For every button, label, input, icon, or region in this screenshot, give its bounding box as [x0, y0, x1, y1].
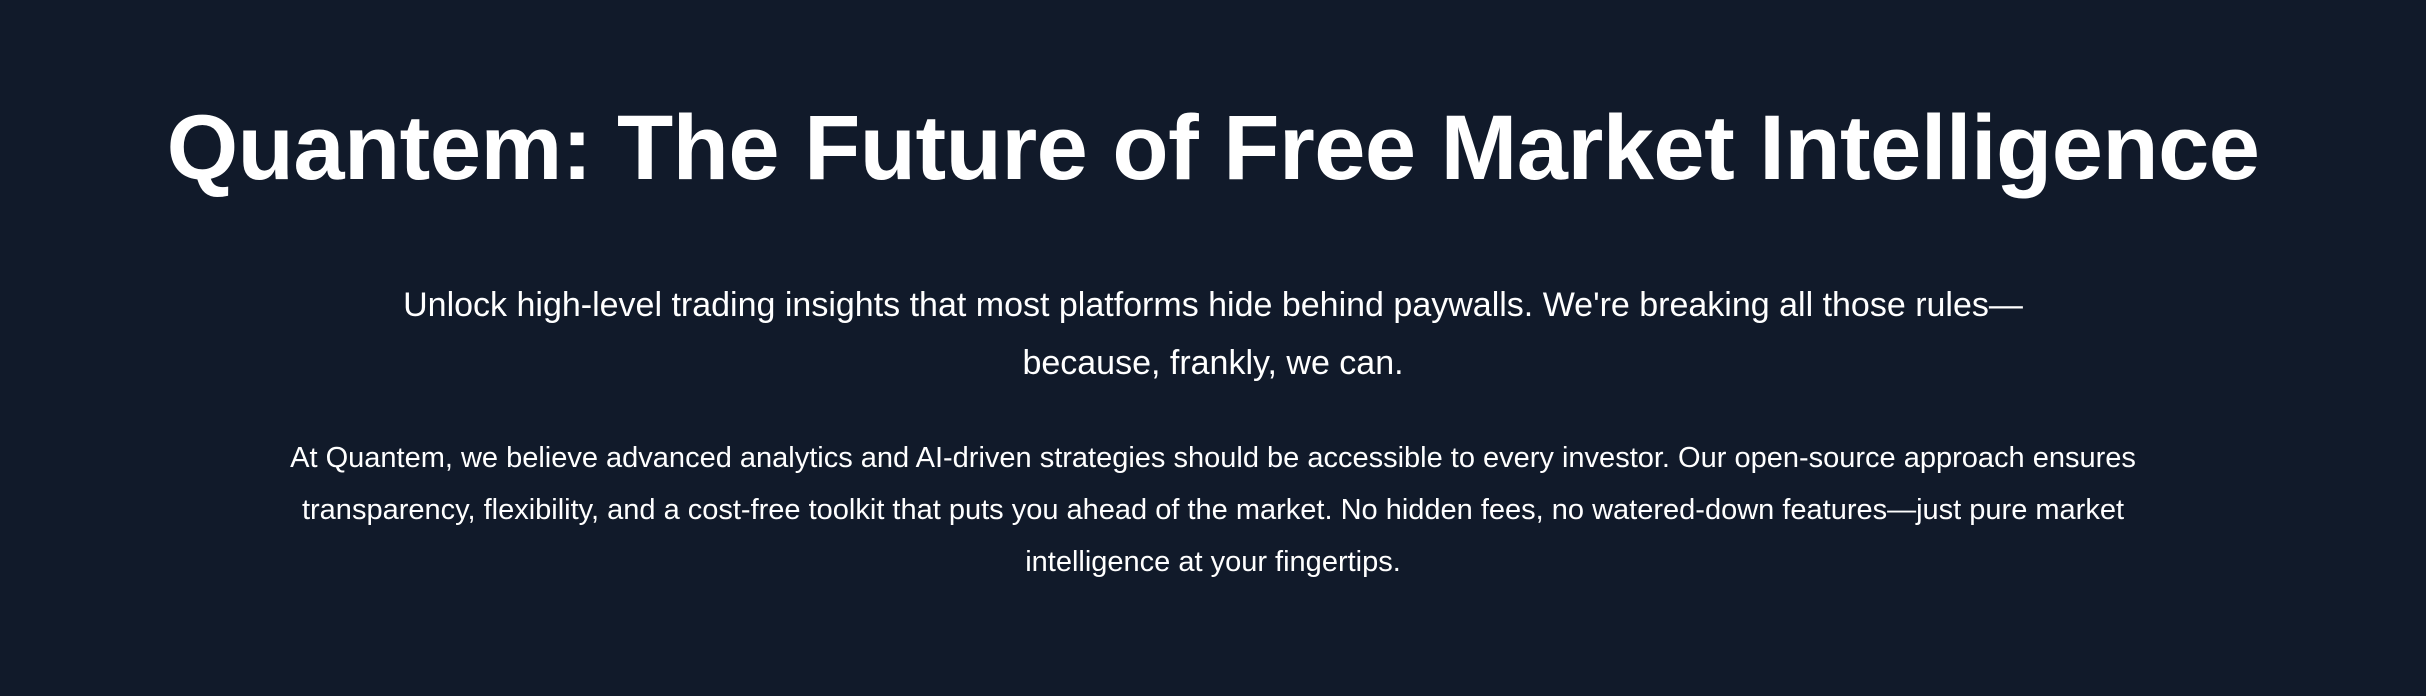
page-title: Quantem: The Future of Free Market Intel… [166, 97, 2260, 199]
hero-subtitle: Unlock high-level trading insights that … [403, 286, 2023, 382]
hero-section: Quantem: The Future of Free Market Intel… [0, 0, 2426, 696]
hero-description: At Quantem, we believe advanced analytic… [290, 442, 2136, 578]
